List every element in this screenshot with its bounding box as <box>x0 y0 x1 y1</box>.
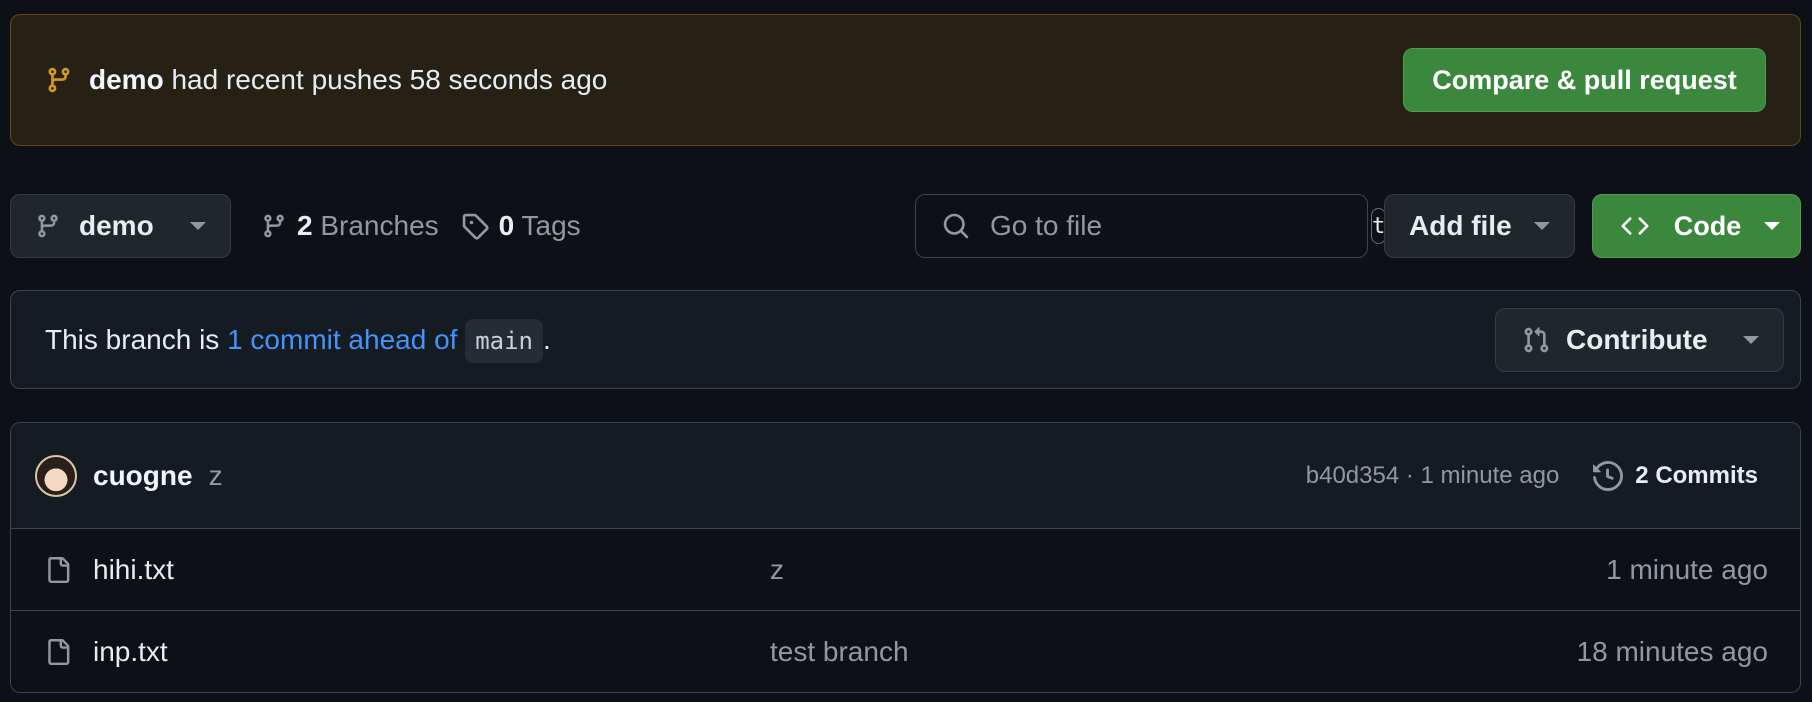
tag-icon <box>461 212 489 240</box>
repo-toolbar: demo 2 Branches 0 Tags t Add file Code <box>10 194 1801 258</box>
recent-push-banner: demo had recent pushes 58 seconds ago Co… <box>10 14 1801 146</box>
branch-selector-button[interactable]: demo <box>10 194 231 258</box>
chevron-down-icon <box>1534 222 1550 230</box>
base-branch-name: main <box>465 318 543 363</box>
chevron-down-icon <box>190 222 206 230</box>
latest-commit-row: cuogne z b40d354 · 1 minute ago 2 Commit… <box>11 423 1800 529</box>
go-to-file-input[interactable] <box>988 209 1353 243</box>
file-row[interactable]: inp.txt test branch 18 minutes ago <box>11 611 1800 692</box>
code-label: Code <box>1673 210 1742 241</box>
pushed-branch-name[interactable]: demo <box>89 64 164 95</box>
file-name[interactable]: inp.txt <box>93 636 168 668</box>
comparison-prefix: This branch is <box>45 323 220 355</box>
pull-request-icon <box>1522 325 1550 355</box>
file-list: cuogne z b40d354 · 1 minute ago 2 Commit… <box>10 422 1801 693</box>
git-branch-icon <box>35 212 61 240</box>
contribute-button[interactable]: Contribute <box>1495 307 1784 372</box>
history-icon <box>1593 460 1624 491</box>
chevron-down-icon <box>1743 335 1759 344</box>
branches-link[interactable]: 2 Branches <box>261 210 439 242</box>
file-row[interactable]: hihi.txt z 1 minute ago <box>11 529 1800 611</box>
branch-comparison-text: This branch is 1 commit ahead of main. <box>45 318 551 363</box>
file-commit-time: 18 minutes ago <box>1576 636 1768 667</box>
add-file-label: Add file <box>1409 210 1512 241</box>
avatar[interactable] <box>35 454 77 497</box>
push-time-text: had recent pushes 58 seconds ago <box>171 64 608 95</box>
git-branch-icon <box>45 65 73 95</box>
file-icon <box>45 636 71 668</box>
file-name[interactable]: hihi.txt <box>93 554 174 586</box>
file-commit-message[interactable]: z <box>770 554 1606 586</box>
branch-selector-label: demo <box>79 210 154 241</box>
recent-push-message: demo had recent pushes 58 seconds ago <box>45 64 607 96</box>
branch-comparison-box: This branch is 1 commit ahead of main. C… <box>10 290 1801 389</box>
file-icon <box>45 554 71 586</box>
file-commit-message[interactable]: test branch <box>770 636 1577 668</box>
tags-count: 0 <box>498 210 515 241</box>
file-commit-time: 1 minute ago <box>1606 553 1768 585</box>
commit-author[interactable]: cuogne <box>93 460 193 492</box>
chevron-down-icon <box>1764 222 1780 230</box>
commits-ahead-link[interactable]: 1 commit ahead of <box>227 324 457 355</box>
comparison-suffix: . <box>543 323 551 355</box>
branches-label: Branches <box>320 210 439 241</box>
code-icon <box>1619 212 1651 240</box>
branches-count: 2 <box>297 210 313 241</box>
git-branch-icon <box>261 212 287 240</box>
tags-label: Tags <box>521 210 581 241</box>
go-to-file-search[interactable]: t <box>915 194 1387 258</box>
commits-count-label: 2 Commits <box>1635 461 1758 489</box>
search-icon <box>942 212 970 240</box>
commit-message[interactable]: z <box>209 460 223 492</box>
contribute-label: Contribute <box>1566 323 1708 355</box>
add-file-button[interactable]: Add file <box>1384 194 1575 258</box>
compare-pull-request-button[interactable]: Compare & pull request <box>1403 48 1766 112</box>
commit-hash-time[interactable]: b40d354 · 1 minute ago <box>1306 462 1560 490</box>
code-button[interactable]: Code <box>1592 194 1801 258</box>
commits-history-link[interactable]: 2 Commits <box>1593 460 1758 491</box>
tags-link[interactable]: 0 Tags <box>461 210 581 242</box>
